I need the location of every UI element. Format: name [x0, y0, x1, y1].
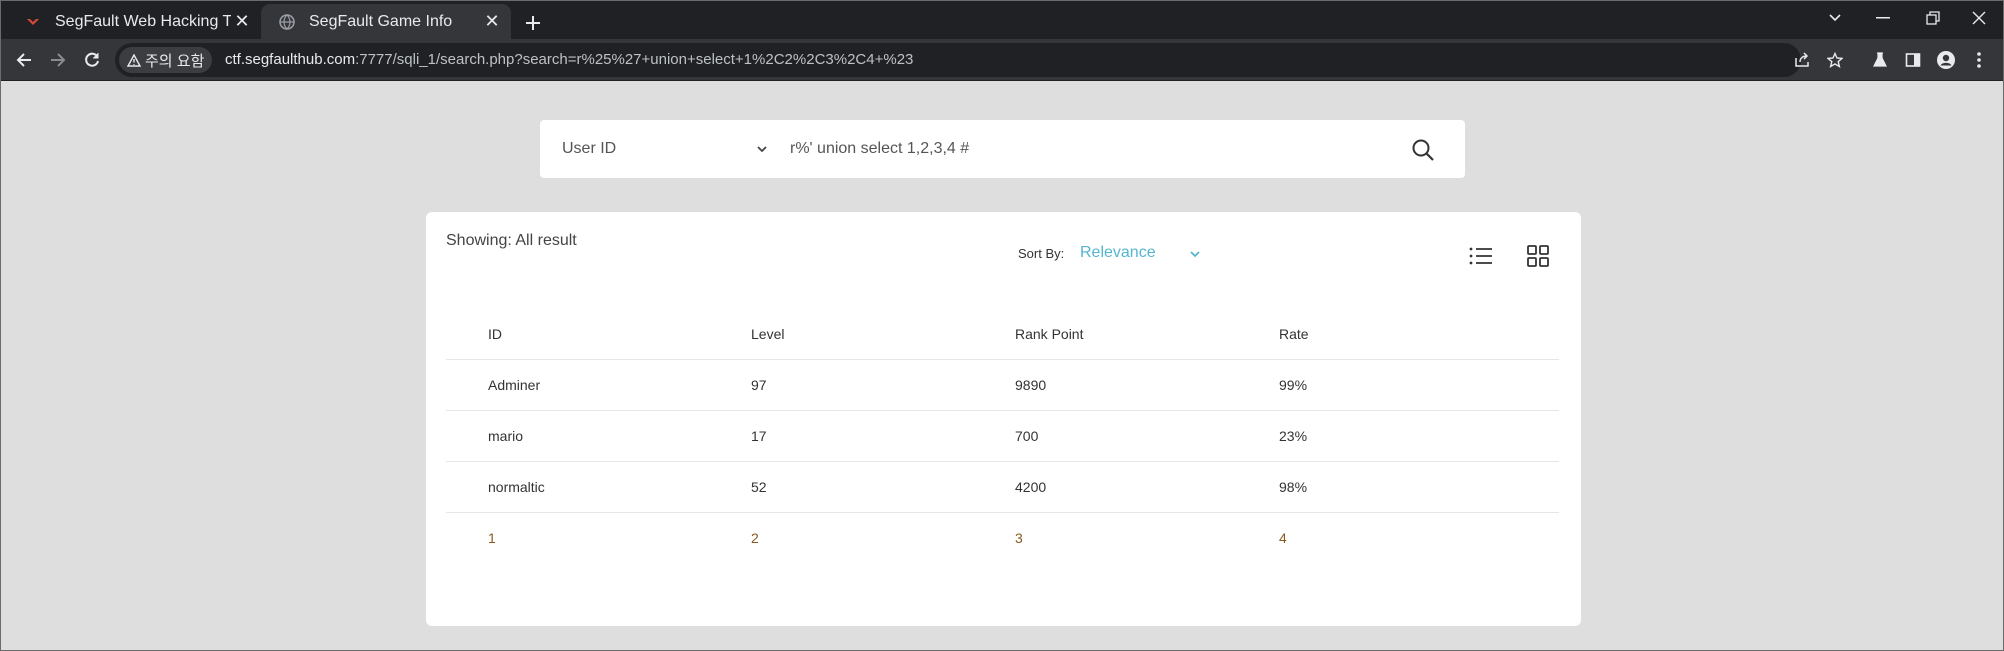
side-panel-button[interactable]	[1898, 45, 1928, 75]
address-bar[interactable]: 주의 요함 ctf.segfaulthub.com:7777/sqli_1/se…	[115, 43, 1843, 77]
security-warning-label: 주의 요함	[145, 52, 205, 70]
menu-button[interactable]	[1964, 45, 1994, 75]
cell-id: mario	[488, 428, 524, 444]
cell-rank-point: 9890	[1015, 377, 1047, 393]
column-header-level: Level	[751, 326, 785, 342]
url-path: :7777/sqli_1/search.php?search=r%25%27+u…	[355, 51, 914, 68]
globe-icon	[277, 12, 297, 32]
cell-id: normaltic	[488, 479, 545, 495]
search-type-select[interactable]: User ID	[562, 120, 616, 178]
reload-button[interactable]	[77, 45, 107, 75]
close-icon	[1972, 11, 1986, 25]
share-icon	[1795, 52, 1809, 67]
share-button[interactable]	[1789, 47, 1815, 73]
search-input[interactable]: r%' union select 1,2,3,4 #	[790, 120, 969, 178]
browser-window: SegFault Web Hacking Trai ✕ SegFault Gam…	[0, 0, 2004, 651]
cell-level: 2	[751, 530, 759, 546]
profile-button[interactable]	[1931, 45, 1961, 75]
minimize-icon	[1876, 17, 1890, 19]
table-row: 1 2 3 4	[446, 513, 1559, 564]
page-content: User ID r%' union select 1,2,3,4 # Showi…	[1, 82, 2003, 650]
cell-id: Adminer	[488, 377, 541, 393]
column-header-rank-point: Rank Point	[1015, 326, 1084, 342]
table-row: normaltic 52 4200 98%	[446, 462, 1559, 513]
grid-view-button[interactable]	[1524, 242, 1552, 270]
tab-title: SegFault Game Info	[309, 12, 453, 30]
cell-level: 17	[751, 428, 767, 444]
star-icon	[1827, 52, 1843, 68]
restore-icon	[1926, 11, 1940, 25]
side-panel-icon	[1905, 53, 1921, 67]
cell-rank-point: 3	[1015, 530, 1023, 546]
cell-level: 97	[751, 377, 767, 393]
results-table: ID Level Rank Point Rate Adminer 97 9890…	[446, 309, 1559, 564]
sort-by-label: Sort By:	[1018, 246, 1065, 261]
cell-rate: 99%	[1279, 377, 1308, 393]
tab-segfault-game-info[interactable]: SegFault Game Info ✕	[261, 4, 511, 39]
cell-rank-point: 700	[1015, 428, 1039, 444]
back-button[interactable]	[9, 45, 39, 75]
list-icon	[1469, 247, 1492, 265]
tab-close-icon[interactable]: ✕	[231, 11, 253, 33]
restore-button[interactable]	[1909, 1, 1957, 35]
chevron-down-icon[interactable]	[755, 142, 769, 156]
plus-icon	[526, 16, 540, 30]
showing-label: Showing: All result	[446, 232, 577, 249]
results-card: Showing: All result Sort By: Relevance I…	[426, 212, 1581, 626]
tab-strip: SegFault Web Hacking Trai ✕ SegFault Gam…	[1, 1, 2003, 39]
tab-segfault-training[interactable]: SegFault Web Hacking Trai ✕	[7, 4, 261, 39]
bookmark-button[interactable]	[1822, 47, 1848, 73]
security-warning-chip[interactable]: 주의 요함	[119, 47, 213, 73]
avatar-icon	[1937, 51, 1955, 69]
chevron-down-icon[interactable]	[1189, 248, 1201, 260]
column-header-id: ID	[488, 326, 502, 342]
browser-toolbar: 주의 요함 ctf.segfaulthub.com:7777/sqli_1/se…	[1, 39, 2003, 81]
sort-select[interactable]: Relevance	[1080, 244, 1156, 262]
cell-rank-point: 4200	[1015, 479, 1047, 495]
grid-icon	[1527, 245, 1549, 267]
tab-close-icon[interactable]: ✕	[481, 11, 503, 33]
cell-rate: 23%	[1279, 428, 1308, 444]
table-row: mario 17 700 23%	[446, 411, 1559, 462]
arrow-left-icon	[16, 53, 31, 67]
tab-search-button[interactable]	[1811, 1, 1859, 35]
warning-icon	[127, 53, 141, 67]
list-view-button[interactable]	[1467, 242, 1495, 270]
forward-button[interactable]	[43, 45, 73, 75]
cell-id: 1	[488, 530, 496, 546]
url-text[interactable]: ctf.segfaulthub.com:7777/sqli_1/search.p…	[225, 43, 913, 77]
search-icon	[1412, 139, 1434, 161]
flask-icon	[1873, 52, 1887, 67]
table-header: ID Level Rank Point Rate	[446, 309, 1559, 360]
table-row: Adminer 97 9890 99%	[446, 360, 1559, 411]
segfault-favicon-icon	[23, 12, 43, 32]
search-button[interactable]	[1409, 136, 1437, 164]
minimize-button[interactable]	[1859, 1, 1907, 35]
kebab-menu-icon	[1977, 52, 1981, 68]
chevron-down-icon	[1829, 14, 1841, 22]
close-window-button[interactable]	[1955, 1, 2003, 35]
new-tab-button[interactable]	[519, 9, 547, 37]
arrow-right-icon	[51, 53, 66, 67]
cell-level: 52	[751, 479, 767, 495]
search-bar: User ID r%' union select 1,2,3,4 #	[540, 120, 1465, 178]
column-header-rate: Rate	[1279, 326, 1309, 342]
reload-icon	[85, 52, 99, 67]
cell-rate: 4	[1279, 530, 1287, 546]
cell-rate: 98%	[1279, 479, 1308, 495]
tab-title: SegFault Web Hacking Trai	[55, 12, 231, 30]
labs-button[interactable]	[1865, 45, 1895, 75]
